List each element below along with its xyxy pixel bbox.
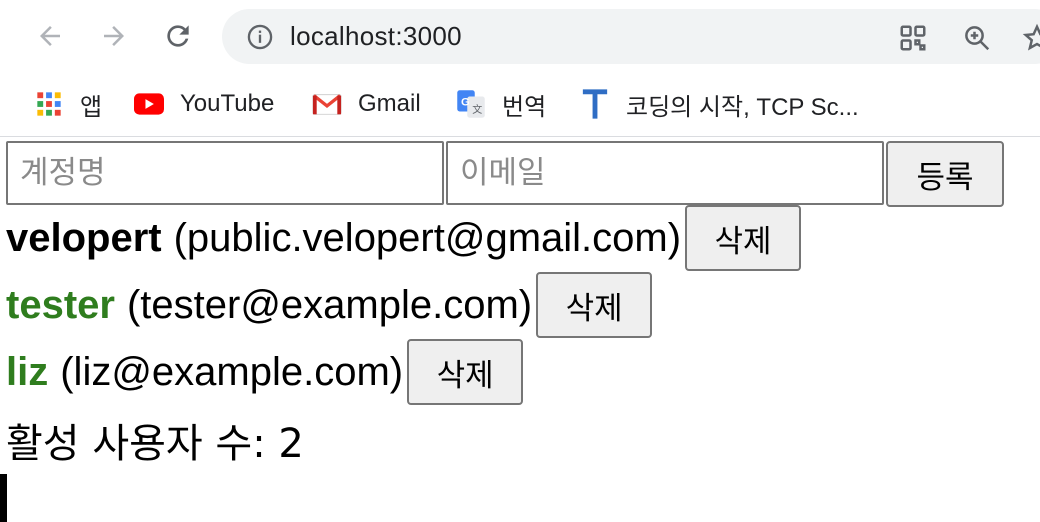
browser-toolbar: localhost:3000 (0, 0, 1040, 72)
register-button[interactable]: 등록 (886, 141, 1004, 207)
apps-grid-icon (34, 89, 64, 119)
bookmark-label: 코딩의 시작, TCP Sc... (626, 93, 859, 121)
bookmark-label: Gmail (358, 90, 421, 117)
bookmark-label: YouTube (180, 90, 275, 117)
zoom-in-icon (965, 26, 990, 51)
back-button[interactable] (30, 16, 70, 56)
username-input[interactable] (6, 141, 444, 205)
qr-code-icon (900, 25, 926, 51)
window-edge (0, 474, 7, 522)
user-list-item: velopert (public.velopert@gmail.com) 삭제 (6, 205, 802, 271)
user-email: (public.velopert@gmail.com) (173, 215, 682, 260)
forward-arrow-icon (104, 26, 124, 46)
address-bar[interactable]: localhost:3000 (222, 9, 1040, 64)
svg-text:文: 文 (472, 103, 482, 116)
svg-text:G: G (461, 96, 470, 108)
tcp-school-icon (580, 89, 610, 119)
bookmark-star-button[interactable] (1022, 23, 1040, 53)
reload-button[interactable] (158, 16, 198, 56)
bookmark-label: 앱 (80, 93, 103, 121)
user-name[interactable]: liz (6, 350, 48, 395)
delete-user-button[interactable]: 삭제 (407, 339, 524, 405)
email-input[interactable] (446, 141, 884, 205)
bookmark-apps[interactable]: 앱 (34, 84, 102, 124)
bookmark-label: 번역 (502, 93, 547, 121)
user-name[interactable]: tester (6, 283, 115, 328)
back-arrow-icon (40, 26, 60, 46)
user-list-item: tester (tester@example.com) 삭제 (6, 272, 653, 338)
star-icon (1022, 23, 1040, 51)
zoom-button[interactable] (962, 23, 992, 53)
bookmarks-bar: 앱 YouTube Gmail G文 번역 코딩의 시작, TCP Sc... (0, 72, 1040, 137)
qr-code-button[interactable] (898, 23, 928, 53)
user-list-item: liz (liz@example.com) 삭제 (6, 339, 524, 405)
delete-user-button[interactable]: 삭제 (685, 205, 802, 271)
delete-user-button[interactable]: 삭제 (536, 272, 653, 338)
gmail-icon (312, 89, 342, 119)
reload-icon (167, 25, 189, 47)
active-user-count: 활성 사용자 수: 2 (6, 421, 304, 467)
bookmark-tcp-school[interactable]: 코딩의 시작, TCP Sc... (580, 84, 859, 124)
bookmark-gmail[interactable]: Gmail (312, 84, 421, 124)
youtube-icon (134, 89, 164, 119)
bookmark-translate[interactable]: G文 번역 (456, 84, 546, 124)
bookmark-youtube[interactable]: YouTube (134, 84, 274, 124)
url-text[interactable]: localhost:3000 (290, 21, 462, 52)
page-content: 등록 velopert (public.velopert@gmail.com) … (0, 137, 1040, 522)
user-name[interactable]: velopert (6, 216, 162, 261)
user-email: (liz@example.com) (60, 349, 404, 394)
site-info-icon[interactable] (246, 23, 274, 51)
google-translate-icon: G文 (456, 89, 486, 119)
forward-button[interactable] (94, 16, 134, 56)
user-email: (tester@example.com) (126, 282, 533, 327)
